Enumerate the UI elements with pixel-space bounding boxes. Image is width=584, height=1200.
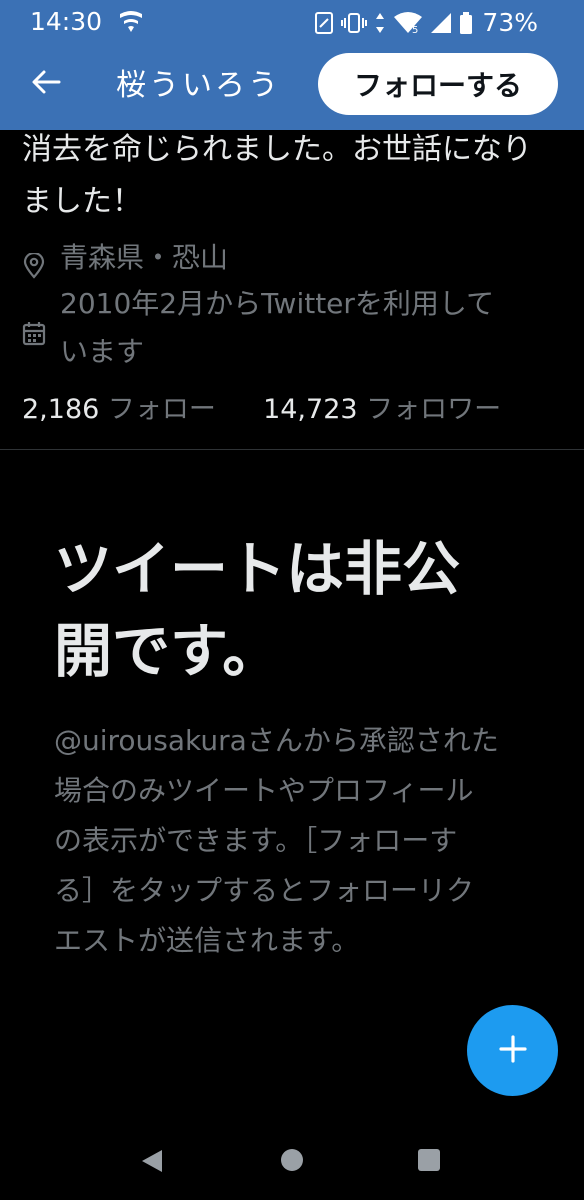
follow-counts: 2,186 フォロー 14,723 フォロワー (22, 388, 501, 432)
shield-wifi-icon (118, 10, 144, 34)
wifi-icon: 5 (393, 11, 423, 35)
status-bar: 14:30 5 73% (0, 0, 584, 44)
nfc-icon (314, 11, 334, 35)
screen: 14:30 5 73% 桜ういろう フォローする 消去を命じられました。お世話に… (0, 0, 584, 1200)
app-bar: 桜ういろう フォローする (0, 44, 584, 124)
following-link[interactable]: 2,186 フォロー (22, 394, 224, 425)
following-label: フォロー (107, 394, 216, 425)
battery-percent: 73% (482, 8, 538, 37)
private-desc-line: る］をタップするとフォローリク (54, 874, 475, 907)
private-desc-line: の表示ができます。［フォローす (54, 824, 458, 857)
profile-title: 桜ういろう (116, 68, 281, 103)
nav-recents-icon[interactable] (418, 1149, 440, 1171)
top-bar: 14:30 5 73% 桜ういろう フォローする (0, 0, 584, 130)
private-desc-line: 場合のみツイートやプロフィール (54, 774, 474, 807)
signal-icon (430, 11, 452, 35)
arrow-left-icon (31, 69, 61, 99)
private-description: @uirousakuraさんから承認された 場合のみツイートやプロフィール の表… (54, 716, 534, 966)
private-heading-line: ツイートは非公 (54, 535, 461, 603)
svg-text:5: 5 (412, 25, 418, 35)
followers-link[interactable]: 14,723 フォロワー (263, 394, 501, 425)
bio-line: ました！ (22, 184, 142, 219)
nav-back-icon[interactable] (140, 1148, 164, 1178)
private-desc-line: @uirousakuraさんから承認された (54, 724, 499, 757)
bio-line: 消去を命じられました。お世話になり (22, 132, 532, 167)
private-desc-line: エストが送信されます。 (54, 924, 360, 957)
profile-bio: 消去を命じられました。お世話になり ました！ (22, 124, 562, 228)
location-pin-icon (22, 246, 46, 294)
following-count: 2,186 (22, 394, 100, 425)
back-button[interactable] (22, 60, 70, 108)
follow-button[interactable]: フォローする (318, 53, 558, 115)
data-arrows-icon (374, 11, 386, 35)
status-icons: 5 73% (314, 8, 538, 37)
private-heading: ツイートは非公 開です。 (54, 528, 534, 692)
joined-line: 2010年2月からTwitterを利用して (60, 287, 495, 320)
location-text: 青森県・恐山 (60, 241, 229, 274)
system-nav-bar (0, 1120, 584, 1200)
followers-count: 14,723 (263, 394, 358, 425)
private-heading-line: 開です。 (54, 617, 281, 685)
joined-line: います (60, 335, 145, 368)
status-time: 14:30 (30, 7, 103, 36)
compose-tweet-button[interactable] (467, 1005, 558, 1096)
followers-label: フォロワー (366, 394, 502, 425)
divider (0, 449, 584, 450)
plus-icon (498, 1034, 528, 1068)
battery-icon (459, 11, 473, 35)
calendar-icon (22, 314, 46, 362)
nav-home-icon[interactable] (281, 1149, 303, 1171)
vibrate-icon (341, 11, 368, 35)
joined-text: 2010年2月からTwitterを利用して います (60, 280, 540, 376)
